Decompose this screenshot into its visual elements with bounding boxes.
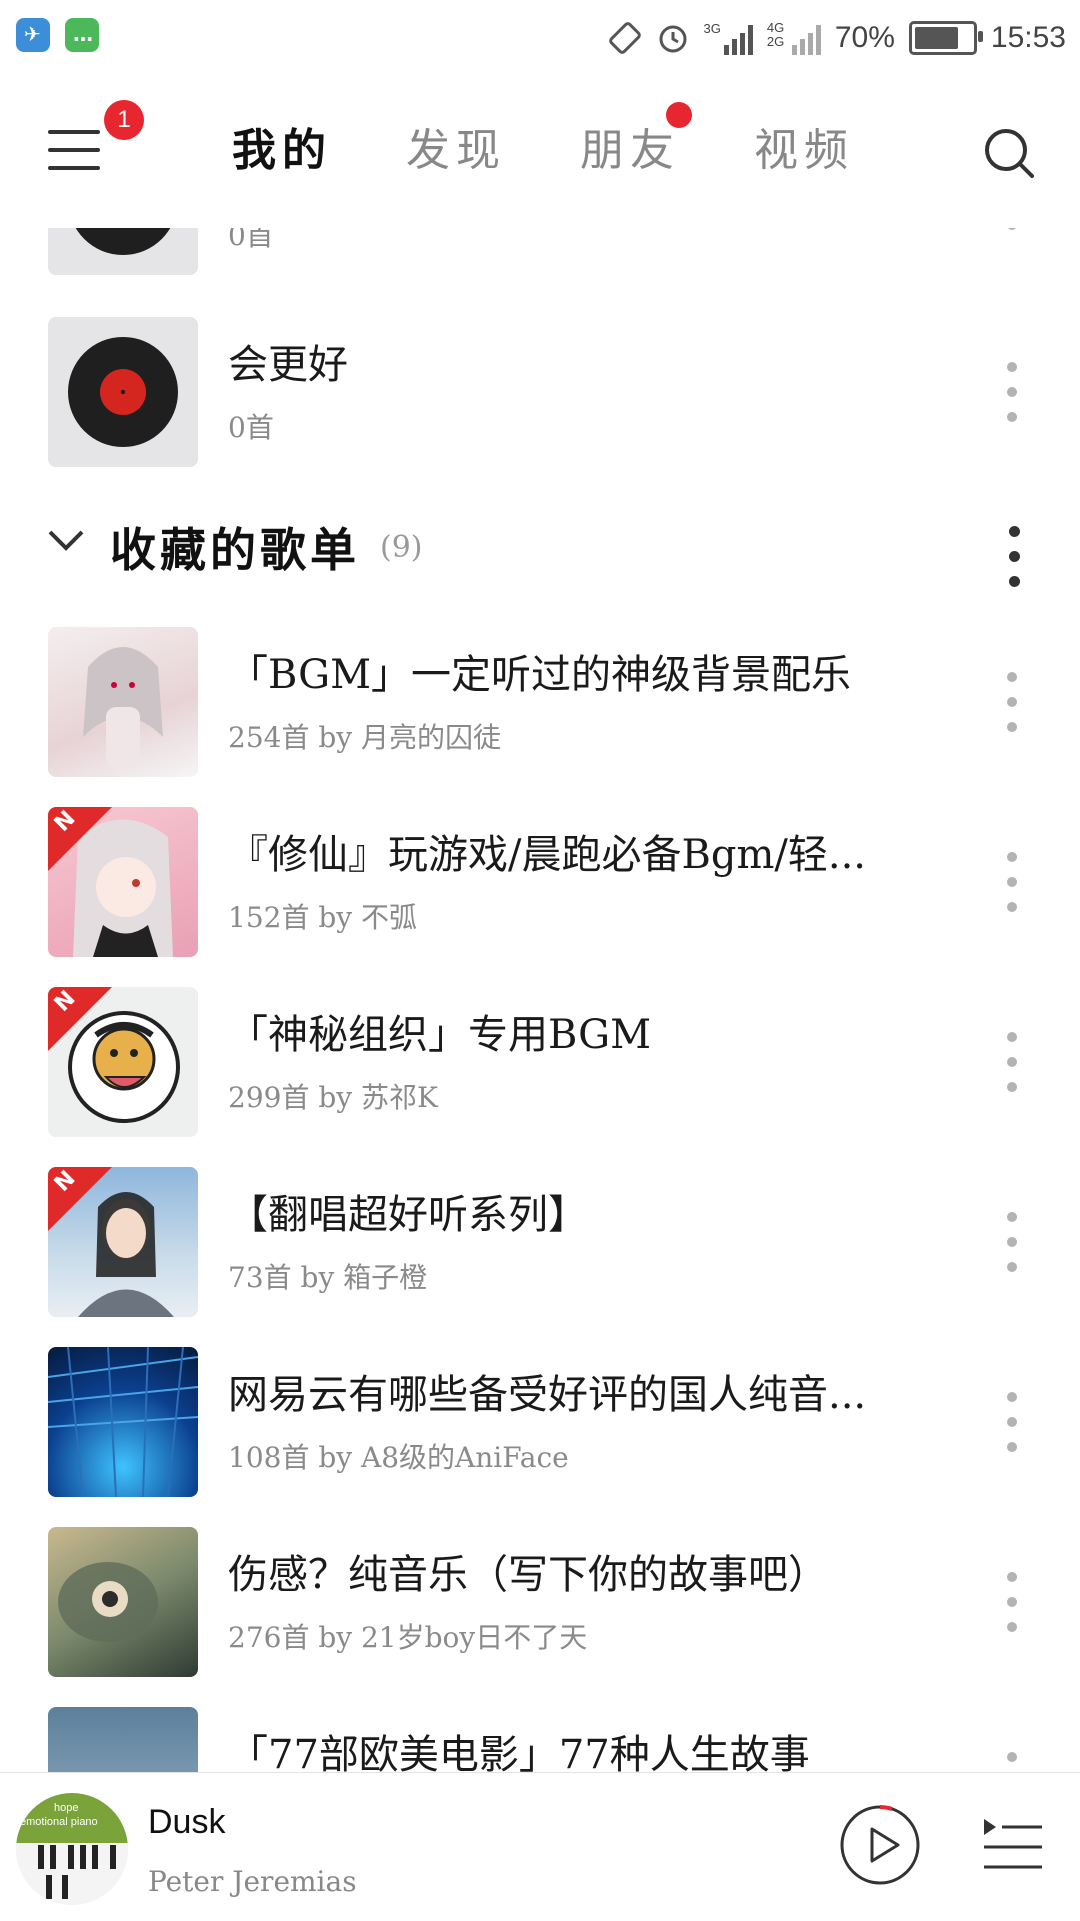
new-badge: N (48, 807, 112, 871)
playlist-cover (48, 1527, 198, 1677)
network-type-label: 3G (703, 21, 721, 36)
new-badge: N (48, 1167, 112, 1231)
collected-playlist-row[interactable]: N 「神秘组织」专用BGM 299首 by 苏祁K (0, 972, 1080, 1152)
playlist-title: 网易云有哪些备受好评的国人纯音... (228, 1372, 867, 1418)
playlist-cover: N (48, 987, 198, 1137)
playlist-title: 会更好 (228, 342, 348, 388)
playlist-meta: 73首 by 箱子橙 (228, 1261, 428, 1294)
section-title: 收藏的歌单 (110, 523, 360, 577)
tab-discover-overlay[interactable]: 发现 (406, 114, 506, 178)
playlist-cover: N (48, 1167, 198, 1317)
battery-percent: 70% (834, 21, 895, 54)
tab-friends-label-overlay: 朋友 (580, 125, 680, 176)
playlist-title: 伤感？纯音乐（写下你的故事吧） (228, 1552, 828, 1598)
more-options-icon[interactable] (1004, 1212, 1020, 1272)
collected-playlist-row[interactable]: 「BGM」一定听过的神级背景配乐 254首 by 月亮的囚徒 (0, 612, 1080, 792)
menu-notification-badge-overlay: 1 (104, 100, 144, 140)
playlist-meta: 276首 by 21岁boy日不了天 (228, 1621, 588, 1654)
collected-playlist-row[interactable]: 伤感？纯音乐（写下你的故事吧） 276首 by 21岁boy日不了天 (0, 1512, 1080, 1692)
playlist-row[interactable]: 会更好 0首 (0, 302, 1080, 482)
signal-icon-1: 3G (704, 21, 753, 55)
tab-video-overlay[interactable]: 视频 (754, 114, 854, 178)
playlist-cover (48, 317, 198, 467)
playlist-queue-icon[interactable] (982, 1817, 1044, 1877)
now-playing-cover: hope emotional piano (16, 1793, 128, 1905)
top-nav-overlay: 1 我的 发现 朋友 视频 (0, 76, 1080, 228)
track-artist: Peter Jeremias (148, 1865, 357, 1898)
cover-text-hope: hope (54, 1802, 78, 1814)
collected-playlist-row[interactable]: N 『修仙』玩游戏/晨跑必备Bgm/轻... 152首 by 不弧 (0, 792, 1080, 972)
cover-text-subtitle: emotional piano (20, 1816, 98, 1828)
playlist-meta: 108首 by A8级的AniFace (228, 1441, 569, 1474)
more-options-icon[interactable] (1004, 672, 1020, 732)
more-options-icon[interactable] (1004, 1032, 1020, 1092)
alarm-icon (659, 25, 687, 53)
playlist-cover (48, 627, 198, 777)
bird-app-icon: ✈ (16, 18, 50, 52)
signal-icon-2: 4G 2G (767, 21, 821, 55)
chevron-down-icon[interactable] (46, 520, 86, 560)
more-options-icon[interactable] (1004, 362, 1020, 422)
network-type-label-2: 4G 2G (766, 20, 785, 49)
collected-section-header[interactable]: 收藏的歌单 (9) (0, 490, 1080, 600)
tab-friends-overlay[interactable]: 朋友 (580, 102, 692, 178)
section-count: (9) (380, 530, 423, 565)
more-options-icon[interactable] (1004, 1572, 1020, 1632)
message-app-icon: … (65, 18, 99, 52)
playlist-title: 「BGM」一定听过的神级背景配乐 (228, 652, 852, 698)
playlist-cover: N (48, 807, 198, 957)
battery-icon (908, 21, 983, 55)
playlist-meta: 299首 by 苏祁K (228, 1081, 438, 1114)
play-icon[interactable] (838, 1803, 922, 1887)
collected-playlist-row[interactable]: 网易云有哪些备受好评的国人纯音... 108首 by A8级的AniFace (0, 1332, 1080, 1512)
playlist-title: 『修仙』玩游戏/晨跑必备Bgm/轻... (228, 832, 867, 878)
more-options-icon[interactable] (1004, 1392, 1020, 1452)
clock: 15:53 (990, 21, 1066, 54)
playlist-meta: 254首 by 月亮的囚徒 (228, 721, 501, 754)
playlist-title: 「神秘组织」专用BGM (228, 1012, 652, 1058)
playlist-meta: 152首 by 不弧 (228, 901, 417, 934)
rotate-icon (608, 22, 641, 54)
friends-notification-dot-overlay (666, 102, 692, 128)
new-badge: N (48, 987, 112, 1051)
search-icon-overlay[interactable] (982, 126, 1036, 180)
track-title: Dusk (148, 1803, 226, 1841)
tab-bar-overlay: 我的 发现 朋友 视频 (232, 102, 854, 178)
playlist-cover (48, 1347, 198, 1497)
mini-player[interactable]: hope emotional piano Dusk Peter Jeremias (0, 1772, 1080, 1921)
collected-playlist-row[interactable]: N 【翻唱超好听系列】 73首 by 箱子橙 (0, 1152, 1080, 1332)
status-bar: ✈ … 3G 4G 2G 70% 15:53 (0, 0, 1080, 76)
section-more-icon[interactable] (1006, 526, 1022, 588)
tab-mine-overlay[interactable]: 我的 (232, 114, 332, 178)
menu-button-overlay[interactable] (48, 130, 100, 170)
playlist-title: 【翻唱超好听系列】 (228, 1192, 588, 1238)
more-options-icon[interactable] (1004, 852, 1020, 912)
playlist-count: 0首 (228, 411, 274, 444)
